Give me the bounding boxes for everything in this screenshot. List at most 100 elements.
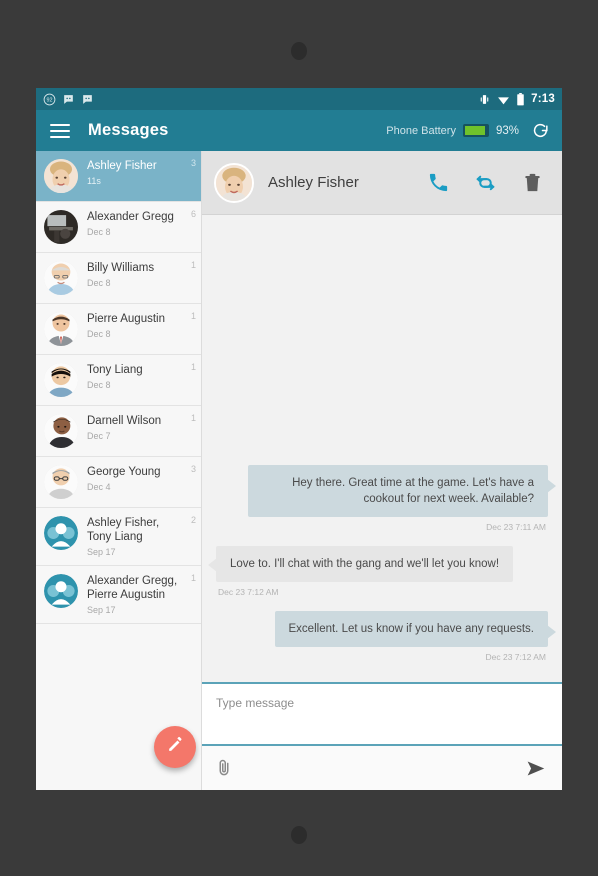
list-item-text: Pierre Augustin Dec 8 xyxy=(87,312,193,339)
message-timestamp: Dec 23 7:12 AM xyxy=(485,652,546,662)
chat-pane: Ashley Fisher Hey there. Great time at t… xyxy=(202,151,562,790)
phone-battery-icon xyxy=(462,124,489,137)
chat-contact-name: Ashley Fisher xyxy=(268,174,359,191)
main-content: Ashley Fisher 11s 3 Alexander Gregg Dec … xyxy=(36,151,562,790)
avatar xyxy=(44,465,78,499)
list-item-text: Alexander Gregg, Pierre Augustin Sep 17 xyxy=(87,574,193,615)
unread-badge: 1 xyxy=(190,413,196,423)
status-bar: 92 7:13 xyxy=(36,88,562,110)
unread-badge: 2 xyxy=(190,515,196,525)
message-composer: Type message xyxy=(202,682,562,790)
list-item[interactable]: Billy Williams Dec 8 1 xyxy=(36,253,201,304)
delete-icon[interactable] xyxy=(521,171,544,194)
phone-battery-label: Phone Battery xyxy=(386,124,456,137)
avatar xyxy=(44,261,78,295)
message-notification-icon xyxy=(62,93,75,106)
avatar xyxy=(44,210,78,244)
app-bar-status-group: Phone Battery 93% xyxy=(386,121,550,140)
tablet-frame: 92 7:13 Messages Phone Battery 93% Ashle… xyxy=(0,0,598,876)
composer-toolbar xyxy=(202,746,562,790)
contact-name: Billy Williams xyxy=(87,262,155,274)
rotation-lock-icon xyxy=(478,93,491,106)
list-item[interactable]: Tony Liang Dec 8 1 xyxy=(36,355,201,406)
status-bar-notifications: 92 xyxy=(43,93,94,106)
message-bubble-outgoing[interactable]: Excellent. Let us know if you have any r… xyxy=(274,611,557,647)
unread-badge: 3 xyxy=(190,464,196,474)
list-item[interactable]: George Young Dec 4 3 xyxy=(36,457,201,508)
send-icon[interactable] xyxy=(525,758,546,779)
device-screen: 92 7:13 Messages Phone Battery 93% Ashle… xyxy=(36,88,562,790)
contact-date: Dec 8 xyxy=(87,380,111,390)
contact-date: Dec 8 xyxy=(87,278,111,288)
contact-date: Dec 8 xyxy=(87,329,111,339)
contact-name: Alexander Gregg xyxy=(87,211,174,223)
contact-date: 11s xyxy=(87,176,101,186)
unread-badge: 1 xyxy=(190,362,196,372)
message-row: Hey there. Great time at the game. Let's… xyxy=(216,465,556,542)
contact-date: Dec 8 xyxy=(87,227,111,237)
app-bar: Messages Phone Battery 93% xyxy=(36,110,562,151)
sync-icon[interactable] xyxy=(474,171,497,194)
group-placeholder-icon xyxy=(44,516,78,550)
avatar xyxy=(44,414,78,448)
contact-date: Sep 17 xyxy=(87,605,116,615)
contact-name: Ashley Fisher xyxy=(87,160,157,172)
message-list: Hey there. Great time at the game. Let's… xyxy=(202,215,562,682)
list-item[interactable]: Ashley Fisher, Tony Liang Sep 17 2 xyxy=(36,508,201,566)
wifi-icon xyxy=(497,93,510,106)
message-row: Love to. I'll chat with the gang and we'… xyxy=(207,546,548,607)
list-item[interactable]: Darnell Wilson Dec 7 1 xyxy=(36,406,201,457)
contact-name: Pierre Augustin xyxy=(87,313,165,325)
message-bubble-outgoing[interactable]: Hey there. Great time at the game. Let's… xyxy=(248,465,556,517)
list-item[interactable]: Alexander Gregg, Pierre Augustin Sep 17 … xyxy=(36,566,201,624)
unread-badge: 3 xyxy=(190,158,196,168)
message-timestamp: Dec 23 7:12 AM xyxy=(218,587,279,597)
contact-name: George Young xyxy=(87,466,161,478)
list-item-text: Ashley Fisher, Tony Liang Sep 17 xyxy=(87,516,193,557)
compose-pencil-icon xyxy=(166,735,185,759)
status-bar-clock: 7:13 xyxy=(531,93,555,105)
refresh-icon[interactable] xyxy=(531,121,550,140)
contact-name: Alexander Gregg, Pierre Augustin xyxy=(87,575,178,601)
contact-name: Darnell Wilson xyxy=(87,415,162,427)
chat-header: Ashley Fisher xyxy=(202,151,562,215)
front-camera xyxy=(291,42,307,60)
message-input[interactable]: Type message xyxy=(202,684,562,746)
page-title: Messages xyxy=(88,121,169,139)
status-bar-system-icons: 7:13 xyxy=(478,92,555,106)
message-timestamp: Dec 23 7:11 AM xyxy=(486,522,546,532)
avatar xyxy=(44,159,78,193)
list-item[interactable]: Ashley Fisher 11s 3 xyxy=(36,151,201,202)
list-item[interactable]: Alexander Gregg Dec 8 6 xyxy=(36,202,201,253)
chat-action-bar xyxy=(427,171,544,194)
unread-badge: 1 xyxy=(190,573,196,583)
unread-badge: 1 xyxy=(190,260,196,270)
contact-name: Ashley Fisher, Tony Liang xyxy=(87,517,160,543)
unread-badge: 6 xyxy=(190,209,196,219)
compose-message-fab[interactable] xyxy=(154,726,196,768)
mute-notification-icon: 92 xyxy=(43,93,56,106)
message-bubble-incoming[interactable]: Love to. I'll chat with the gang and we'… xyxy=(207,546,514,582)
list-item-text: George Young Dec 4 xyxy=(87,465,193,492)
svg-text:92: 92 xyxy=(46,97,52,103)
group-placeholder-icon xyxy=(44,574,78,608)
message-notification-icon xyxy=(81,93,94,106)
phone-battery-percent: 93% xyxy=(495,124,519,137)
call-icon[interactable] xyxy=(427,171,450,194)
avatar xyxy=(214,162,254,203)
list-item[interactable]: Pierre Augustin Dec 8 1 xyxy=(36,304,201,355)
list-item-text: Darnell Wilson Dec 7 xyxy=(87,414,193,441)
hamburger-menu-icon[interactable] xyxy=(50,120,70,142)
unread-badge: 1 xyxy=(190,311,196,321)
avatar xyxy=(44,363,78,397)
conversation-list[interactable]: Ashley Fisher 11s 3 Alexander Gregg Dec … xyxy=(36,151,202,790)
avatar xyxy=(44,312,78,346)
paperclip-icon[interactable] xyxy=(214,758,234,778)
bottom-sensor xyxy=(291,826,307,844)
list-item-text: Tony Liang Dec 8 xyxy=(87,363,193,390)
list-item-text: Ashley Fisher 11s xyxy=(87,159,193,186)
contact-date: Sep 17 xyxy=(87,547,116,557)
contact-date: Dec 4 xyxy=(87,482,111,492)
battery-icon xyxy=(516,92,525,106)
battery-fill xyxy=(464,126,486,135)
